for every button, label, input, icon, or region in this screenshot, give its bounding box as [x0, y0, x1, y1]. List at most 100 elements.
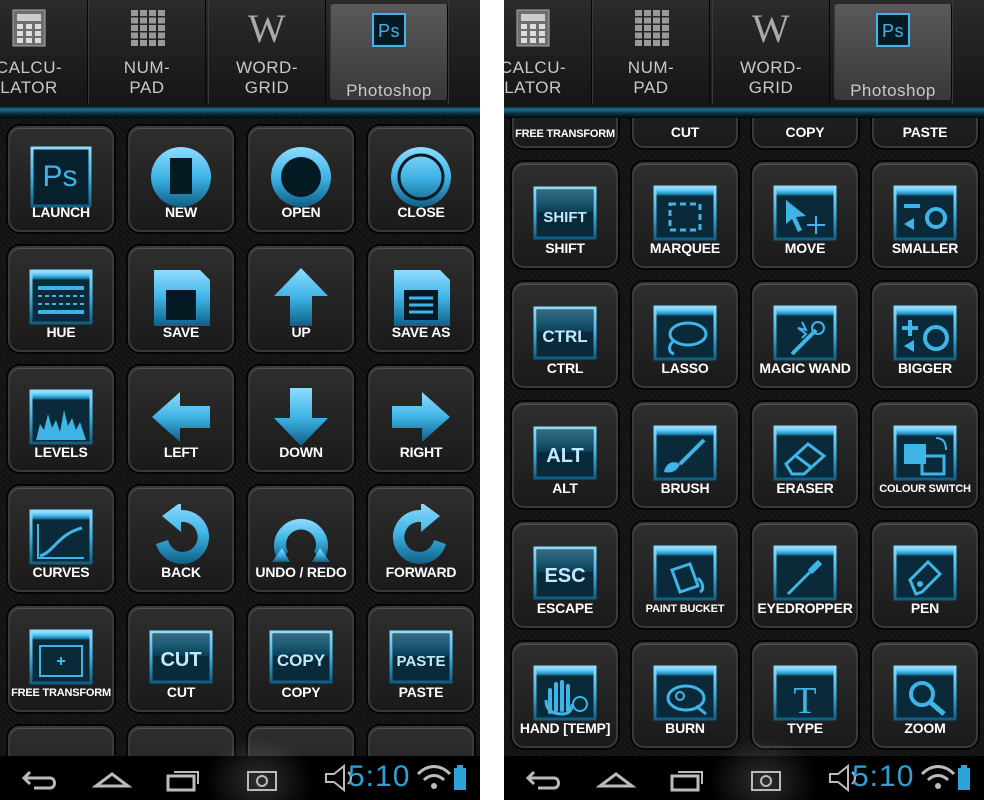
open-button[interactable]: OPEN: [248, 126, 354, 232]
button-label: BIGGER: [897, 360, 953, 376]
burn-button[interactable]: BURN: [632, 642, 738, 748]
next-row-button[interactable]: [8, 726, 114, 756]
screenshot-icon[interactable]: [746, 762, 786, 794]
tab-label: CALCU- LATOR: [504, 58, 567, 97]
escape-button[interactable]: ESC ESCAPE: [512, 522, 618, 628]
curves-button[interactable]: CURVES: [8, 486, 114, 592]
recent-apps-icon[interactable]: [164, 762, 204, 794]
right-button[interactable]: RIGHT: [368, 366, 474, 472]
button-label: PAINT BUCKET: [645, 603, 725, 615]
free-transform-icon: [28, 624, 94, 690]
magic-wand-button[interactable]: MAGIC WAND: [752, 282, 858, 388]
down-button[interactable]: DOWN: [248, 366, 354, 472]
copy-button[interactable]: COPY: [752, 118, 858, 148]
eraser-icon: [772, 420, 838, 486]
free-transform-button[interactable]: FREE TRANSFORM: [8, 606, 114, 712]
back-nav-icon[interactable]: [20, 762, 60, 794]
hand-icon: [532, 660, 598, 726]
button-label: FREE TRANSFORM: [11, 687, 111, 699]
button-label: EYEDROPPER: [757, 600, 853, 616]
button-label: SAVE: [162, 324, 200, 340]
tab-bar: CALCU- LATOR NUM- PAD W WORD- GRID Ps Photosh…: [0, 0, 480, 118]
up-button[interactable]: UP: [248, 246, 354, 352]
cut-button[interactable]: CUT: [632, 118, 738, 148]
levels-button[interactable]: LEVELS: [8, 366, 114, 472]
smaller-button[interactable]: SMALLER: [872, 162, 978, 268]
paste-button[interactable]: PASTE: [872, 118, 978, 148]
tab-label: NUM- PAD: [627, 58, 675, 97]
close-button[interactable]: CLOSE: [368, 126, 474, 232]
button-label: PEN: [910, 600, 940, 616]
shift-button[interactable]: SHIFT SHIFT: [512, 162, 618, 268]
copy-icon: COPY: [268, 624, 334, 690]
next-row-button[interactable]: [368, 726, 474, 756]
alt-button[interactable]: ALT ALT: [512, 402, 618, 508]
tab-label: SE: [953, 58, 984, 78]
button-label: BRUSH: [660, 480, 710, 496]
free-transform-button[interactable]: FREE TRANSFORM: [512, 118, 618, 148]
forward-button[interactable]: FORWARD: [368, 486, 474, 592]
eyedropper-button[interactable]: EYEDROPPER: [752, 522, 858, 628]
arrow-down-icon: [268, 384, 334, 450]
screenshot-icon[interactable]: [242, 762, 282, 794]
back-button[interactable]: BACK: [128, 486, 234, 592]
button-label: NEW: [164, 204, 198, 220]
button-label: COLOUR SWITCH: [879, 483, 971, 495]
button-label: ZOOM: [904, 720, 946, 736]
button-label: LEFT: [163, 444, 199, 460]
save-as-button[interactable]: SAVE AS: [368, 246, 474, 352]
pen-button[interactable]: PEN: [872, 522, 978, 628]
hue-button[interactable]: HUE: [8, 246, 114, 352]
svg-text:CTRL: CTRL: [542, 327, 587, 346]
arrow-up-icon: [268, 264, 334, 330]
back-nav-icon[interactable]: [524, 762, 564, 794]
save-button[interactable]: SAVE: [128, 246, 234, 352]
ctrl-button[interactable]: CTRL CTRL: [512, 282, 618, 388]
move-button[interactable]: MOVE: [752, 162, 858, 268]
svg-text:W: W: [248, 8, 286, 48]
tab-photoshop[interactable]: Ps Photoshop: [834, 4, 952, 100]
lasso-button[interactable]: LASSO: [632, 282, 738, 388]
launch-button[interactable]: Ps LAUNCH: [8, 126, 114, 232]
tab-wordgrid[interactable]: W WORD- GRID: [208, 0, 326, 104]
colour-switch-button[interactable]: COLOUR SWITCH: [872, 402, 978, 508]
tab-more[interactable]: SE: [448, 0, 480, 104]
tab-more[interactable]: SE: [952, 0, 984, 104]
system-nav-bar: 5:10: [504, 736, 984, 800]
button-label: CUT: [670, 124, 700, 140]
home-nav-icon[interactable]: [91, 762, 133, 794]
right-phone-screen: CALCU- LATOR NUM- PAD W WORD- GRID Ps Photosh…: [504, 0, 984, 800]
tab-calculator[interactable]: CALCU- LATOR: [0, 0, 88, 104]
tab-wordgrid[interactable]: W WORD- GRID: [712, 0, 830, 104]
bigger-button[interactable]: BIGGER: [872, 282, 978, 388]
tab-label: CALCU- LATOR: [0, 58, 63, 97]
alt-key-icon: ALT: [532, 420, 598, 486]
eyedropper-icon: [772, 540, 838, 606]
hand-temp-button[interactable]: HAND [TEMP]: [512, 642, 618, 748]
wordgrid-icon: W: [751, 6, 791, 51]
tab-label: Photoshop: [346, 81, 432, 100]
cut-button[interactable]: CUT CUT: [128, 606, 234, 712]
svg-text:SHIFT: SHIFT: [543, 209, 586, 226]
tab-numpad[interactable]: NUM- PAD: [592, 0, 710, 104]
brush-button[interactable]: BRUSH: [632, 402, 738, 508]
tab-photoshop[interactable]: Ps Photoshop: [330, 4, 448, 100]
home-nav-icon[interactable]: [595, 762, 637, 794]
arrow-left-icon: [148, 384, 214, 450]
undo-redo-button[interactable]: UNDO / REDO: [248, 486, 354, 592]
marquee-button[interactable]: MARQUEE: [632, 162, 738, 268]
calculator-icon: [513, 8, 553, 48]
copy-button[interactable]: COPY COPY: [248, 606, 354, 712]
paste-button[interactable]: PASTE PASTE: [368, 606, 474, 712]
eraser-button[interactable]: ERASER: [752, 402, 858, 508]
battery-icon: [442, 762, 480, 794]
paint-bucket-button[interactable]: PAINT BUCKET: [632, 522, 738, 628]
tab-calculator[interactable]: CALCU- LATOR: [504, 0, 592, 104]
paint-bucket-icon: [652, 540, 718, 606]
recent-apps-icon[interactable]: [668, 762, 708, 794]
tab-numpad[interactable]: NUM- PAD: [88, 0, 206, 104]
left-button[interactable]: LEFT: [128, 366, 234, 472]
type-button[interactable]: T TYPE: [752, 642, 858, 748]
new-button[interactable]: NEW: [128, 126, 234, 232]
zoom-button[interactable]: ZOOM: [872, 642, 978, 748]
